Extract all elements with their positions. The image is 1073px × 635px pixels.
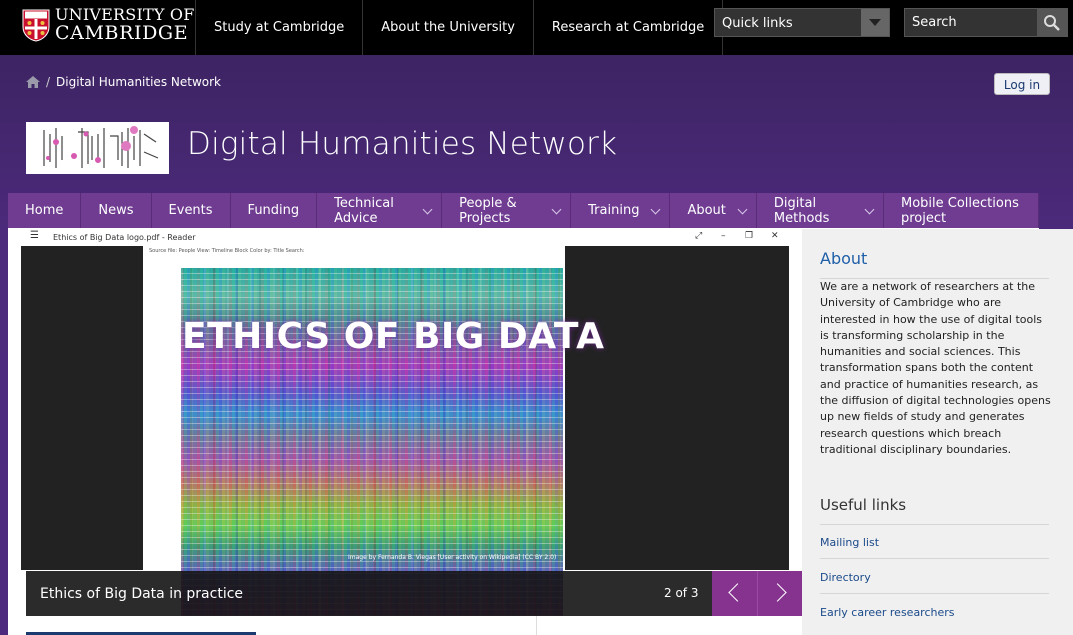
carousel-prev-button[interactable] (712, 571, 757, 616)
quick-links-label: Quick links (722, 16, 793, 31)
carousel-counter: 2 of 3 (664, 586, 699, 600)
login-button[interactable]: Log in (994, 73, 1050, 95)
slide-headline: ETHICS OF BIG DATA (182, 316, 605, 357)
link-mailing-list[interactable]: Mailing list (820, 536, 879, 549)
carousel-caption: Ethics of Big Data in practice 2 of 3 (26, 571, 712, 616)
university-wordmark[interactable]: UNIVERSITY OF CAMBRIDGE (55, 6, 195, 44)
slide-image-credit: Image by Fernanda B. Viegas [User activi… (348, 554, 557, 561)
close-icon: ✕ (771, 231, 779, 241)
nav-training[interactable]: Training (571, 193, 671, 228)
carousel-next-button[interactable] (757, 571, 802, 616)
expand-icon: ⤢ (695, 231, 703, 241)
global-header: UNIVERSITY OF CAMBRIDGE Study at Cambrid… (0, 0, 1073, 55)
breadcrumb-current[interactable]: Digital Humanities Network (56, 75, 221, 89)
nav-events[interactable]: Events (152, 193, 231, 228)
about-heading: About (820, 249, 868, 268)
divider (820, 558, 1049, 559)
breadcrumb-separator: / (46, 75, 51, 89)
visualization-toolbar: Source file: People View: Timeline Block… (149, 248, 305, 254)
search-input[interactable] (905, 9, 1039, 36)
divider (536, 616, 537, 635)
global-nav-research[interactable]: Research at Cambridge (532, 0, 724, 55)
sidebar: About We are a network of researchers at… (802, 229, 1073, 635)
nav-funding[interactable]: Funding (231, 193, 318, 228)
site-title: Digital Humanities Network (187, 126, 618, 162)
hamburger-icon: ☰ (30, 230, 39, 241)
site-logo[interactable] (26, 122, 169, 174)
home-icon[interactable] (26, 76, 40, 88)
circuit-logo-icon (43, 126, 159, 168)
link-early-career-researchers[interactable]: Early career researchers (820, 606, 955, 619)
nav-technical-advice[interactable]: Technical Advice (317, 193, 443, 228)
about-text: We are a network of researchers at the U… (820, 280, 1051, 456)
divider (820, 524, 1049, 525)
nav-news[interactable]: News (81, 193, 152, 228)
chevron-down-icon[interactable] (861, 9, 889, 36)
wordmark-line2: CAMBRIDGE (55, 22, 189, 44)
visualization-y-axis (148, 268, 178, 616)
search-button[interactable] (1037, 9, 1067, 36)
global-nav: Study at Cambridge About the University … (195, 0, 724, 55)
nav-digital-methods[interactable]: Digital Methods (757, 193, 884, 228)
global-nav-about[interactable]: About the University (362, 0, 533, 55)
divider (820, 593, 1049, 594)
quick-links-dropdown[interactable]: Quick links (714, 8, 890, 37)
cambridge-crest-icon[interactable] (22, 9, 50, 42)
minimize-icon: – (721, 231, 726, 241)
link-directory[interactable]: Directory (820, 571, 871, 584)
search-box (904, 8, 1068, 37)
main-nav: Home News Events Funding Technical Advic… (8, 193, 1039, 228)
search-icon (1044, 15, 1060, 31)
pdf-viewer-bar: ☰ Ethics of Big Data logo.pdf - Reader ⤢… (21, 229, 789, 246)
nav-about[interactable]: About (670, 193, 757, 228)
pdf-viewer-title: Ethics of Big Data logo.pdf - Reader (53, 233, 196, 242)
nav-home[interactable]: Home (8, 193, 82, 228)
nav-mobile-collections[interactable]: Mobile Collections project (884, 193, 1039, 228)
carousel-caption-title[interactable]: Ethics of Big Data in practice (40, 586, 243, 602)
breadcrumb: / Digital Humanities Network (26, 75, 221, 89)
useful-links-heading: Useful links (820, 496, 907, 514)
nav-people-projects[interactable]: People & Projects (442, 193, 572, 228)
restore-icon: ❐ (745, 231, 754, 241)
global-nav-study[interactable]: Study at Cambridge (195, 0, 362, 55)
